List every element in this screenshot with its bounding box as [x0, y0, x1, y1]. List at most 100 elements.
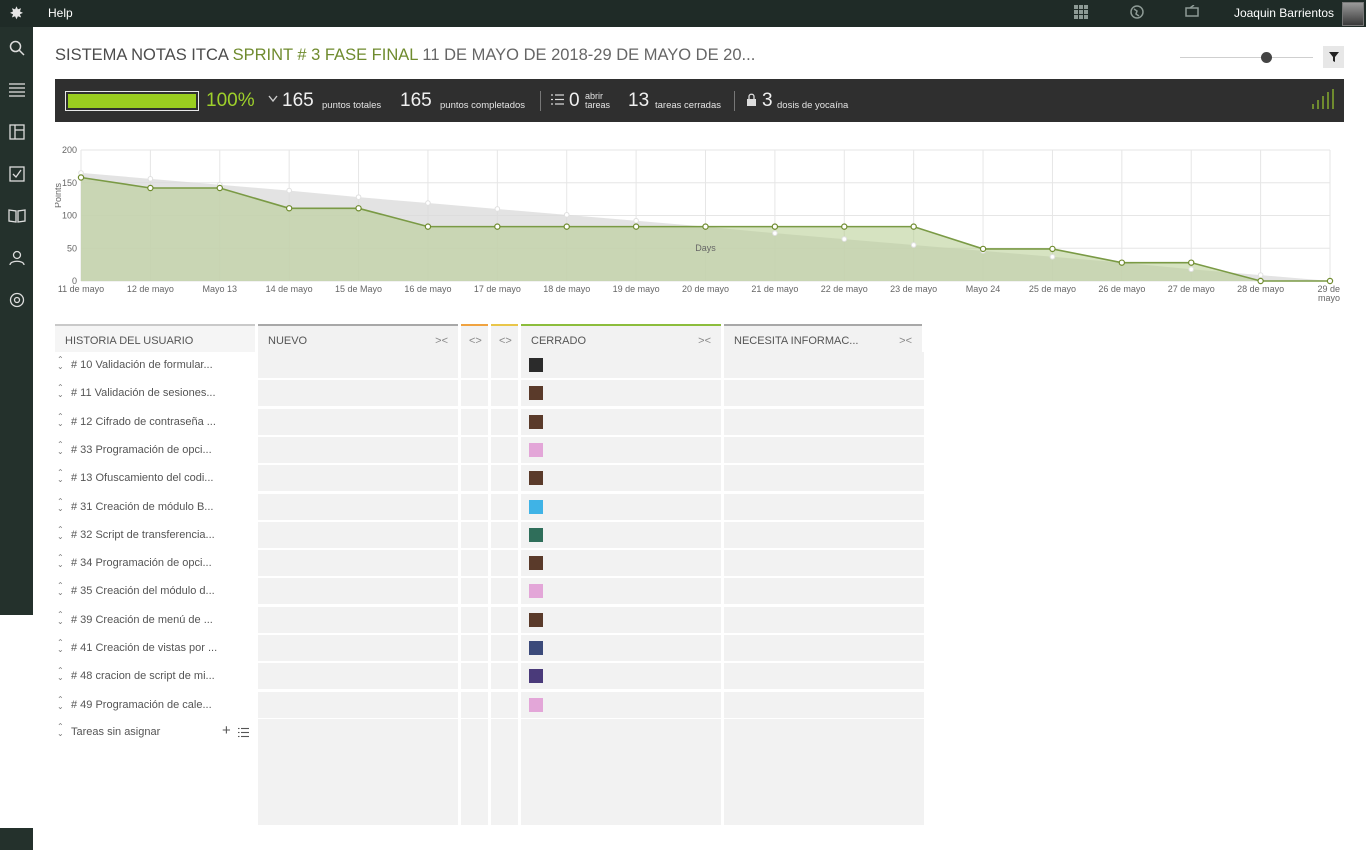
taiga-logo-icon[interactable]: ✸ [0, 0, 33, 27]
user-story-label: # 35 Creación del módulo d... [71, 585, 215, 598]
unfold-column-icon[interactable]: <> [499, 335, 512, 347]
task-card-avatar[interactable] [529, 641, 543, 655]
project-name: SISTEMA NOTAS ITCA [55, 46, 228, 64]
team-icon[interactable] [0, 237, 33, 279]
progress-bar [65, 91, 199, 111]
task-card-avatar[interactable] [529, 669, 543, 684]
user-avatar[interactable] [1342, 2, 1364, 26]
task-card-avatar[interactable] [529, 697, 543, 712]
backlog-icon[interactable] [0, 111, 33, 153]
user-story-title[interactable]: ⌃ ⌄ # 49 Programación de cale... [55, 692, 255, 718]
filter-button[interactable] [1323, 46, 1344, 68]
issues-checkbox-icon[interactable] [0, 153, 33, 195]
task-cell [521, 635, 721, 661]
user-story-title[interactable]: ⌃ ⌄ # 12 Cifrado de contraseña ... [55, 409, 255, 435]
task-card-avatar[interactable] [529, 584, 543, 599]
divider [540, 91, 541, 111]
real-point [424, 223, 432, 230]
column-header-closed: CERRADO >< [521, 324, 721, 352]
user-story-title[interactable]: ⌃ ⌄ # 41 Creación de vistas por ... [55, 635, 255, 661]
real-point [979, 245, 987, 253]
user-story-title[interactable]: ⌃ ⌄ # 33 Programación de opci... [55, 437, 255, 463]
task-card-avatar[interactable] [529, 612, 543, 627]
task-card-avatar[interactable] [529, 386, 543, 401]
column-header-needs-info: NECESITA INFORMAC... >< [724, 324, 922, 352]
projects-grid-icon[interactable] [1074, 5, 1088, 22]
task-cell [521, 521, 721, 548]
task-card-avatar[interactable] [529, 527, 543, 542]
sprint-dates: 11 DE MAYO DE 2018-29 DE MAYO DE 20... [422, 46, 756, 64]
user-story-title[interactable]: ⌃ ⌄ # 39 Creación de menú de ... [55, 607, 255, 633]
globe-icon[interactable] [1130, 5, 1144, 22]
task-cell [521, 352, 721, 378]
expand-arrow-icon[interactable]: ⌃ ⌄ [57, 667, 64, 682]
task-card-avatar[interactable] [529, 358, 543, 372]
user-story-title[interactable]: ⌃ ⌄ # 48 cracion de script de mi... [55, 663, 255, 689]
user-story-title[interactable]: ⌃ ⌄ # 35 Creación del módulo d... [55, 578, 255, 604]
task-cell [461, 352, 488, 378]
user-story-title[interactable]: ⌃ ⌄ # 32 Script de transferencia... [55, 522, 255, 548]
page-title: SISTEMA NOTAS ITCA SPRINT # 3 FASE FINAL… [55, 46, 755, 65]
real-point [77, 174, 85, 181]
expand-arrow-icon[interactable]: ⌃ ⌄ [57, 497, 64, 512]
task-cell [724, 521, 924, 548]
total-points-label: puntos totales [322, 100, 382, 111]
user-story-title[interactable]: ⌃ ⌄ # 34 Programación de opci... [55, 550, 255, 576]
fold-column-icon[interactable]: >< [435, 326, 448, 352]
chevron-down-icon[interactable] [268, 91, 278, 106]
user-story-label: # 10 Validación de formular... [71, 359, 213, 371]
user-name[interactable]: Joaquin Barrientos [1234, 6, 1334, 20]
task-cell [258, 719, 458, 825]
user-story-title[interactable]: ⌃ ⌄ # 13 Ofuscamiento del codi... [55, 465, 255, 491]
real-point [494, 223, 501, 230]
user-story-row: ⌃ ⌄ # 34 Programación de opci... [55, 550, 925, 578]
x-tick-label: 12 de mayo [127, 284, 174, 294]
notifications-icon[interactable] [1185, 4, 1199, 20]
x-tick-label: 25 de mayo [1029, 284, 1076, 294]
real-point [771, 223, 779, 230]
expand-arrow-icon[interactable]: ⌃ ⌄ [57, 582, 64, 597]
wiki-book-icon[interactable] [0, 195, 33, 237]
task-cell [521, 408, 721, 435]
iocaine-lock-icon [746, 93, 757, 111]
expand-arrow-icon[interactable]: ⌃ ⌄ [57, 469, 64, 484]
bulk-add-icon[interactable] [238, 725, 249, 743]
user-story-label: # 34 Programación de opci... [71, 557, 212, 570]
ideal-point [494, 206, 501, 212]
add-task-icon[interactable]: + [222, 722, 231, 739]
collapse-arrow-icon[interactable]: ⌃ ⌄ [57, 723, 64, 738]
task-card-avatar[interactable] [529, 414, 543, 429]
task-card-avatar[interactable] [529, 471, 543, 486]
expand-arrow-icon[interactable]: ⌃ ⌄ [57, 639, 64, 654]
expand-arrow-icon[interactable]: ⌃ ⌄ [57, 610, 64, 625]
expand-arrow-icon[interactable]: ⌃ ⌄ [57, 695, 64, 710]
task-card-avatar[interactable] [529, 556, 543, 571]
zoom-slider-handle[interactable] [1261, 52, 1272, 63]
expand-arrow-icon[interactable]: ⌃ ⌄ [57, 554, 64, 569]
real-point [1257, 277, 1264, 285]
fold-column-icon[interactable]: >< [698, 326, 711, 352]
expand-arrow-icon[interactable]: ⌃ ⌄ [57, 525, 64, 540]
task-card-avatar[interactable] [529, 499, 543, 514]
fold-column-icon[interactable]: >< [899, 326, 912, 352]
timeline-icon[interactable] [0, 69, 33, 111]
user-story-title[interactable]: ⌃ ⌄ # 11 Validación de sesiones... [55, 380, 255, 406]
unfold-column-icon[interactable]: <> [469, 335, 482, 347]
real-point [910, 223, 917, 230]
expand-arrow-icon[interactable]: ⌃ ⌄ [57, 412, 64, 427]
task-cell [724, 578, 924, 605]
task-card-avatar[interactable] [529, 442, 543, 457]
search-icon[interactable] [0, 27, 33, 69]
task-cell [461, 578, 488, 605]
user-story-row: ⌃ ⌄ # 49 Programación de cale... [55, 691, 925, 720]
expand-arrow-icon[interactable]: ⌃ ⌄ [57, 356, 64, 371]
user-story-title[interactable]: ⌃ ⌄ # 31 Creación de módulo B... [55, 494, 255, 520]
zoom-slider-track[interactable] [1180, 57, 1313, 58]
help-link[interactable]: Help [48, 6, 73, 20]
settings-gear-icon[interactable] [0, 279, 33, 321]
expand-arrow-icon[interactable]: ⌃ ⌄ [57, 384, 64, 399]
user-story-title[interactable]: ⌃ ⌄ # 10 Validación de formular... [55, 352, 255, 378]
task-cell [491, 663, 518, 690]
expand-arrow-icon[interactable]: ⌃ ⌄ [57, 440, 64, 455]
task-cell [491, 465, 518, 492]
